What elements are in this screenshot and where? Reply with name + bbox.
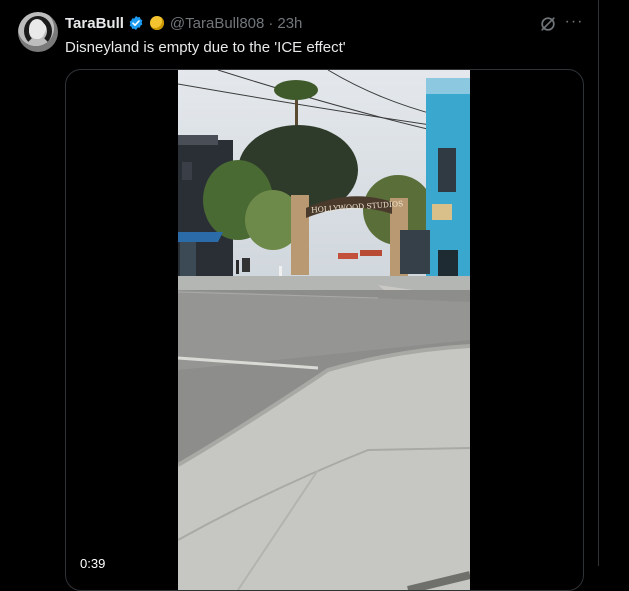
header-separator: · (268, 14, 274, 32)
author-handle[interactable]: @TaraBull808 (170, 15, 264, 32)
author-avatar[interactable] (18, 12, 58, 52)
affiliation-badge-icon[interactable] (149, 16, 164, 30)
tweet-header: TaraBull @TaraBull808 · 23h (65, 13, 302, 33)
timeline-column-divider (598, 0, 599, 566)
avatar-face (29, 19, 45, 39)
video-duration-label: 0:39 (80, 556, 106, 571)
verified-badge-icon[interactable] (128, 15, 144, 31)
video-frame: HOLLYWOOD STUDIOS (178, 70, 470, 590)
tweet-media-container[interactable]: HOLLYWOOD STUDIOS 0:39 (65, 69, 584, 591)
more-options-button[interactable]: ··· (564, 14, 584, 34)
grok-icon[interactable] (538, 14, 558, 34)
video-player[interactable]: HOLLYWOOD STUDIOS (178, 70, 470, 590)
tweet-timestamp[interactable]: 23h (277, 15, 302, 32)
author-display-name[interactable]: TaraBull (65, 15, 124, 32)
tweet-text: Disneyland is empty due to the 'ICE effe… (65, 39, 346, 56)
